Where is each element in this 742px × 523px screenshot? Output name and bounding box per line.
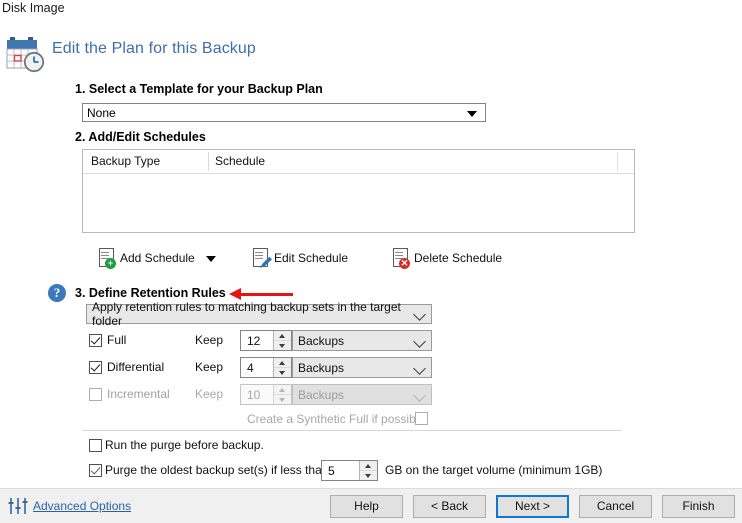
chevron-down-icon bbox=[413, 389, 426, 402]
edit-document-icon bbox=[252, 248, 269, 268]
retention-full-unit-value: Backups bbox=[298, 334, 344, 348]
retention-incremental-unit-value: Backups bbox=[298, 388, 344, 402]
annotation-arrow-left-icon bbox=[229, 288, 293, 300]
step-2-label: 2. Add/Edit Schedules bbox=[75, 130, 206, 144]
back-button[interactable]: < Back bbox=[413, 495, 486, 518]
retention-incremental-keep-stepper: 10 bbox=[240, 384, 292, 405]
retention-full-unit-select[interactable]: Backups bbox=[292, 330, 432, 351]
retention-incremental-unit-select: Backups bbox=[292, 384, 432, 405]
chevron-down-icon bbox=[413, 335, 426, 348]
next-button[interactable]: Next > bbox=[496, 495, 569, 518]
retention-differential-keep-label: Keep bbox=[195, 360, 223, 374]
stepper-down-icon[interactable] bbox=[360, 471, 377, 480]
purge-threshold-suffix: GB on the target volume (minimum 1GB) bbox=[385, 463, 602, 477]
page-header: Edit the Plan for this Backup bbox=[0, 32, 742, 66]
schedules-grid[interactable]: Backup Type Schedule bbox=[82, 149, 635, 233]
run-purge-before-backup-label: Run the purge before backup. bbox=[105, 438, 264, 452]
purge-threshold-value: 5 bbox=[322, 464, 359, 478]
sliders-icon bbox=[8, 497, 28, 515]
chevron-down-icon bbox=[467, 111, 477, 117]
purge-threshold-stepper[interactable]: 5 bbox=[321, 460, 378, 481]
run-purge-before-backup-checkbox[interactable] bbox=[89, 439, 102, 452]
retention-full-keep-label: Keep bbox=[195, 333, 223, 347]
column-divider-right bbox=[617, 152, 618, 171]
add-schedule-dropdown-caret[interactable] bbox=[206, 256, 216, 262]
retention-differential-unit-select[interactable]: Backups bbox=[292, 357, 432, 378]
stepper-up-icon bbox=[274, 385, 291, 395]
window-title: Disk Image bbox=[2, 1, 65, 15]
retention-incremental-checkbox[interactable] bbox=[89, 388, 102, 401]
schedules-grid-header: Backup Type Schedule bbox=[83, 150, 634, 174]
section-divider bbox=[82, 430, 622, 431]
cancel-button[interactable]: Cancel bbox=[579, 495, 652, 518]
help-button[interactable]: Help bbox=[330, 495, 403, 518]
stepper-down-icon[interactable] bbox=[274, 341, 291, 350]
step-3-label: 3. Define Retention Rules bbox=[75, 286, 226, 300]
template-select-value: None bbox=[87, 106, 116, 120]
advanced-options-link[interactable]: Advanced Options bbox=[33, 499, 131, 513]
retention-differential-unit-value: Backups bbox=[298, 361, 344, 375]
retention-full-keep-value: 12 bbox=[241, 334, 273, 348]
page-title: Edit the Plan for this Backup bbox=[52, 40, 256, 58]
retention-scope-select[interactable]: Apply retention rules to matching backup… bbox=[86, 304, 432, 324]
retention-full-checkbox[interactable] bbox=[89, 334, 102, 347]
delete-schedule-button[interactable]: ✕ Delete Schedule bbox=[392, 244, 502, 272]
template-select[interactable]: None bbox=[82, 103, 486, 122]
finish-button[interactable]: Finish bbox=[662, 495, 735, 518]
retention-incremental-label: Incremental bbox=[107, 387, 170, 401]
synthetic-full-checkbox bbox=[415, 412, 428, 425]
retention-differential-checkbox[interactable] bbox=[89, 361, 102, 374]
chevron-down-icon bbox=[413, 362, 426, 375]
column-divider bbox=[208, 152, 209, 171]
delete-schedule-label: Delete Schedule bbox=[414, 251, 502, 265]
column-header-schedule: Schedule bbox=[215, 154, 265, 168]
edit-schedule-button[interactable]: Edit Schedule bbox=[252, 244, 348, 272]
synthetic-full-label: Create a Synthetic Full if possible bbox=[247, 412, 425, 426]
edit-schedule-label: Edit Schedule bbox=[274, 251, 348, 265]
delete-document-icon: ✕ bbox=[392, 248, 409, 268]
help-icon[interactable]: ? bbox=[48, 284, 66, 302]
stepper-up-icon[interactable] bbox=[274, 331, 291, 341]
retention-full-keep-stepper[interactable]: 12 bbox=[240, 330, 292, 351]
stepper-up-icon[interactable] bbox=[360, 461, 377, 471]
calendar-clock-icon bbox=[6, 35, 48, 73]
stepper-down-icon bbox=[274, 395, 291, 404]
retention-full-label: Full bbox=[107, 333, 126, 347]
add-document-icon: + bbox=[98, 248, 115, 268]
retention-scope-value: Apply retention rules to matching backup… bbox=[92, 300, 431, 328]
add-schedule-label: Add Schedule bbox=[120, 251, 195, 265]
retention-incremental-keep-label: Keep bbox=[195, 387, 223, 401]
retention-differential-keep-value: 4 bbox=[241, 361, 273, 375]
stepper-up-icon[interactable] bbox=[274, 358, 291, 368]
column-header-backup-type: Backup Type bbox=[91, 154, 160, 168]
step-1-label: 1. Select a Template for your Backup Pla… bbox=[75, 82, 323, 96]
retention-differential-keep-stepper[interactable]: 4 bbox=[240, 357, 292, 378]
retention-incremental-keep-value: 10 bbox=[241, 388, 273, 402]
stepper-down-icon[interactable] bbox=[274, 368, 291, 377]
add-schedule-button[interactable]: + Add Schedule bbox=[98, 244, 195, 272]
retention-differential-label: Differential bbox=[107, 360, 164, 374]
purge-oldest-checkbox[interactable] bbox=[89, 464, 102, 477]
footer-bar: Advanced Options Help < Back Next > Canc… bbox=[0, 488, 742, 523]
purge-oldest-label: Purge the oldest backup set(s) if less t… bbox=[105, 463, 328, 477]
